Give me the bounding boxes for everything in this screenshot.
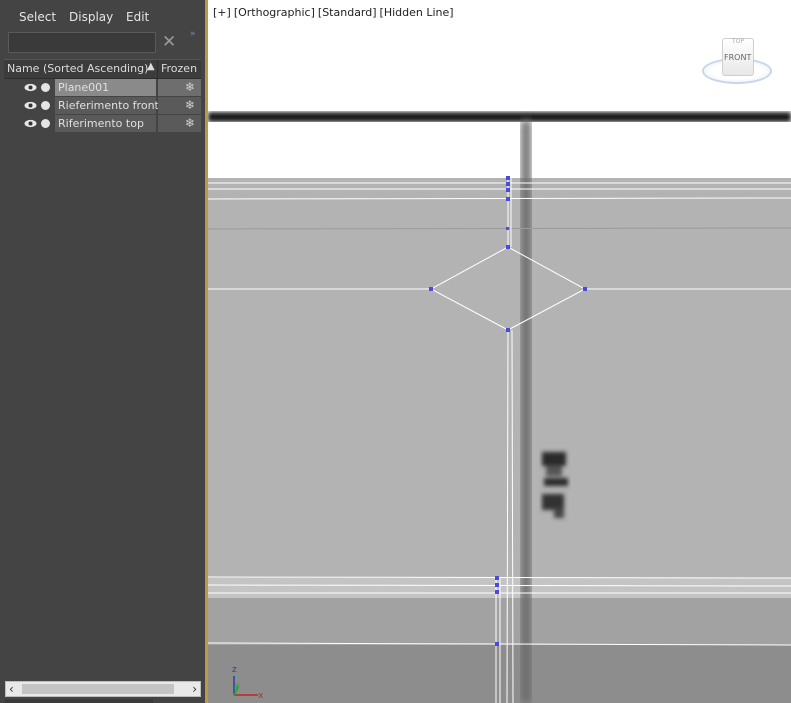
scroll-right-icon[interactable]: › <box>192 682 197 696</box>
sort-ascending-icon[interactable]: ▲ <box>147 61 155 72</box>
column-header-frozen[interactable]: Frozen <box>161 62 197 75</box>
status-strip <box>5 699 153 703</box>
frozen-cell[interactable]: ❄ <box>158 115 201 132</box>
object-name: Riferimento top <box>58 117 144 130</box>
horizontal-scrollbar[interactable]: ‹ › <box>5 681 201 697</box>
menu-display[interactable]: Display <box>69 10 113 24</box>
column-header: Name (Sorted Ascending) ▲ Frozen <box>4 59 201 79</box>
list-item-riferimento-top[interactable]: Riferimento top ❄ <box>4 115 201 133</box>
viewport-point-of-view-menu[interactable]: [Orthographic] <box>234 6 315 19</box>
scroll-left-icon[interactable]: ‹ <box>9 682 14 696</box>
frozen-cell[interactable]: ❄ <box>158 97 201 114</box>
axis-y-label: y <box>234 681 240 691</box>
double-chevron-icon[interactable]: » <box>190 29 196 39</box>
snowflake-icon[interactable]: ❄ <box>185 98 195 112</box>
eye-icon[interactable] <box>24 117 37 130</box>
snowflake-icon[interactable]: ❄ <box>185 116 195 130</box>
menu-edit[interactable]: Edit <box>126 10 149 24</box>
frozen-cell[interactable]: ❄ <box>158 79 201 96</box>
render-dot-icon[interactable] <box>41 119 50 128</box>
search-input[interactable] <box>8 32 156 53</box>
close-icon[interactable]: ✕ <box>162 33 176 51</box>
viewport-shading-menu[interactable]: [Hidden Line] <box>380 6 454 19</box>
viewport-label-menu: [+] [Orthographic] [Standard] [Hidden Line] <box>213 6 457 19</box>
name-cell[interactable]: Rieferimento front <box>55 97 159 114</box>
viewcube[interactable]: TOP FRONT <box>700 32 776 88</box>
scrollbar-thumb[interactable] <box>22 684 174 694</box>
list-item-rieferimento-front[interactable]: Rieferimento front ❄ <box>4 97 201 115</box>
viewcube-top-label: TOP <box>732 38 745 45</box>
object-name: Plane001 <box>58 81 110 94</box>
viewport-scene <box>208 0 791 703</box>
menu-select[interactable]: Select <box>19 10 56 24</box>
axis-tripod: z y x <box>228 665 268 701</box>
render-dot-icon[interactable] <box>41 83 50 92</box>
name-cell[interactable]: Plane001 <box>55 79 156 96</box>
name-cell[interactable]: Riferimento top <box>55 115 156 132</box>
column-header-name[interactable]: Name (Sorted Ascending) <box>7 62 148 75</box>
object-name: Rieferimento front <box>58 99 159 112</box>
object-list: Plane001 ❄ Rieferimento front ❄ Riferime… <box>4 79 201 133</box>
column-divider[interactable] <box>157 60 158 78</box>
snowflake-icon[interactable]: ❄ <box>185 80 195 94</box>
scene-explorer-panel: Select Display Edit ✕ » Name (Sorted Asc… <box>0 0 206 703</box>
menu-bar: Select Display Edit <box>0 0 205 32</box>
axis-z-label: z <box>232 665 237 675</box>
viewport-standard-menu[interactable]: [Standard] <box>318 6 377 19</box>
render-dot-icon[interactable] <box>41 101 50 110</box>
viewcube-front-label: FRONT <box>724 53 752 62</box>
list-item-plane001[interactable]: Plane001 ❄ <box>4 79 201 97</box>
axis-x-label: x <box>258 691 264 701</box>
eye-icon[interactable] <box>24 81 37 94</box>
eye-icon[interactable] <box>24 99 37 112</box>
front-viewport[interactable]: [+] [Orthographic] [Standard] [Hidden Line]… <box>208 0 791 703</box>
viewport-general-menu[interactable]: [+] <box>213 6 231 19</box>
